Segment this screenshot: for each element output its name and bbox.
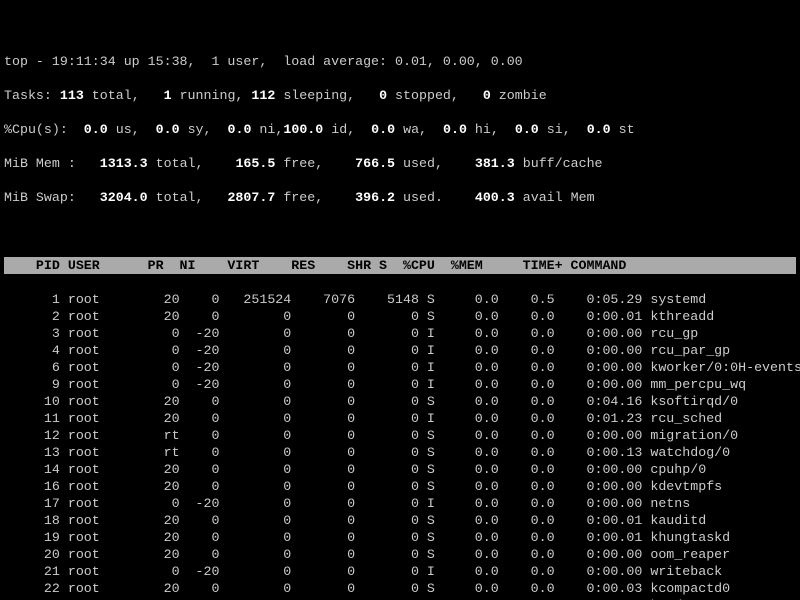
table-row[interactable]: 4 root 0 -20 0 0 0 I 0.0 0.0 0:00.00 rcu… (4, 342, 796, 359)
top-terminal[interactable]: top - 19:11:34 up 15:38, 1 user, load av… (0, 17, 800, 600)
summary-line-tasks: Tasks: 113 total, 1 running, 112 sleepin… (4, 87, 796, 104)
table-row[interactable]: 20 root 20 0 0 0 0 S 0.0 0.0 0:00.00 oom… (4, 546, 796, 563)
table-row[interactable]: 9 root 0 -20 0 0 0 I 0.0 0.0 0:00.00 mm_… (4, 376, 796, 393)
process-list[interactable]: 1 root 20 0 251524 7076 5148 S 0.0 0.5 0… (4, 291, 796, 600)
table-row[interactable]: 11 root 20 0 0 0 0 I 0.0 0.0 0:01.23 rcu… (4, 410, 796, 427)
table-row[interactable]: 22 root 20 0 0 0 0 S 0.0 0.0 0:00.03 kco… (4, 580, 796, 597)
table-row[interactable]: 6 root 0 -20 0 0 0 I 0.0 0.0 0:00.00 kwo… (4, 359, 796, 376)
table-row[interactable]: 13 root rt 0 0 0 0 S 0.0 0.0 0:00.13 wat… (4, 444, 796, 461)
table-row[interactable]: 19 root 20 0 0 0 0 S 0.0 0.0 0:00.01 khu… (4, 529, 796, 546)
table-row[interactable]: 1 root 20 0 251524 7076 5148 S 0.0 0.5 0… (4, 291, 796, 308)
table-row[interactable]: 16 root 20 0 0 0 0 S 0.0 0.0 0:00.00 kde… (4, 478, 796, 495)
table-row[interactable]: 3 root 0 -20 0 0 0 I 0.0 0.0 0:00.00 rcu… (4, 325, 796, 342)
blank-line (4, 223, 796, 240)
summary-line-1: top - 19:11:34 up 15:38, 1 user, load av… (4, 53, 796, 70)
column-header[interactable]: PID USER PR NI VIRT RES SHR S %CPU %MEM … (4, 257, 796, 274)
table-row[interactable]: 10 root 20 0 0 0 0 S 0.0 0.0 0:04.16 kso… (4, 393, 796, 410)
summary-line-swap: MiB Swap: 3204.0 total, 2807.7 free, 396… (4, 189, 796, 206)
table-row[interactable]: 17 root 0 -20 0 0 0 I 0.0 0.0 0:00.00 ne… (4, 495, 796, 512)
table-row[interactable]: 18 root 20 0 0 0 0 S 0.0 0.0 0:00.01 kau… (4, 512, 796, 529)
table-row[interactable]: 12 root rt 0 0 0 0 S 0.0 0.0 0:00.00 mig… (4, 427, 796, 444)
summary-line-cpu: %Cpu(s): 0.0 us, 0.0 sy, 0.0 ni,100.0 id… (4, 121, 796, 138)
summary-line-mem: MiB Mem : 1313.3 total, 165.5 free, 766.… (4, 155, 796, 172)
table-row[interactable]: 14 root 20 0 0 0 0 S 0.0 0.0 0:00.00 cpu… (4, 461, 796, 478)
table-row[interactable]: 2 root 20 0 0 0 0 S 0.0 0.0 0:00.01 kthr… (4, 308, 796, 325)
table-row[interactable]: 21 root 0 -20 0 0 0 I 0.0 0.0 0:00.00 wr… (4, 563, 796, 580)
